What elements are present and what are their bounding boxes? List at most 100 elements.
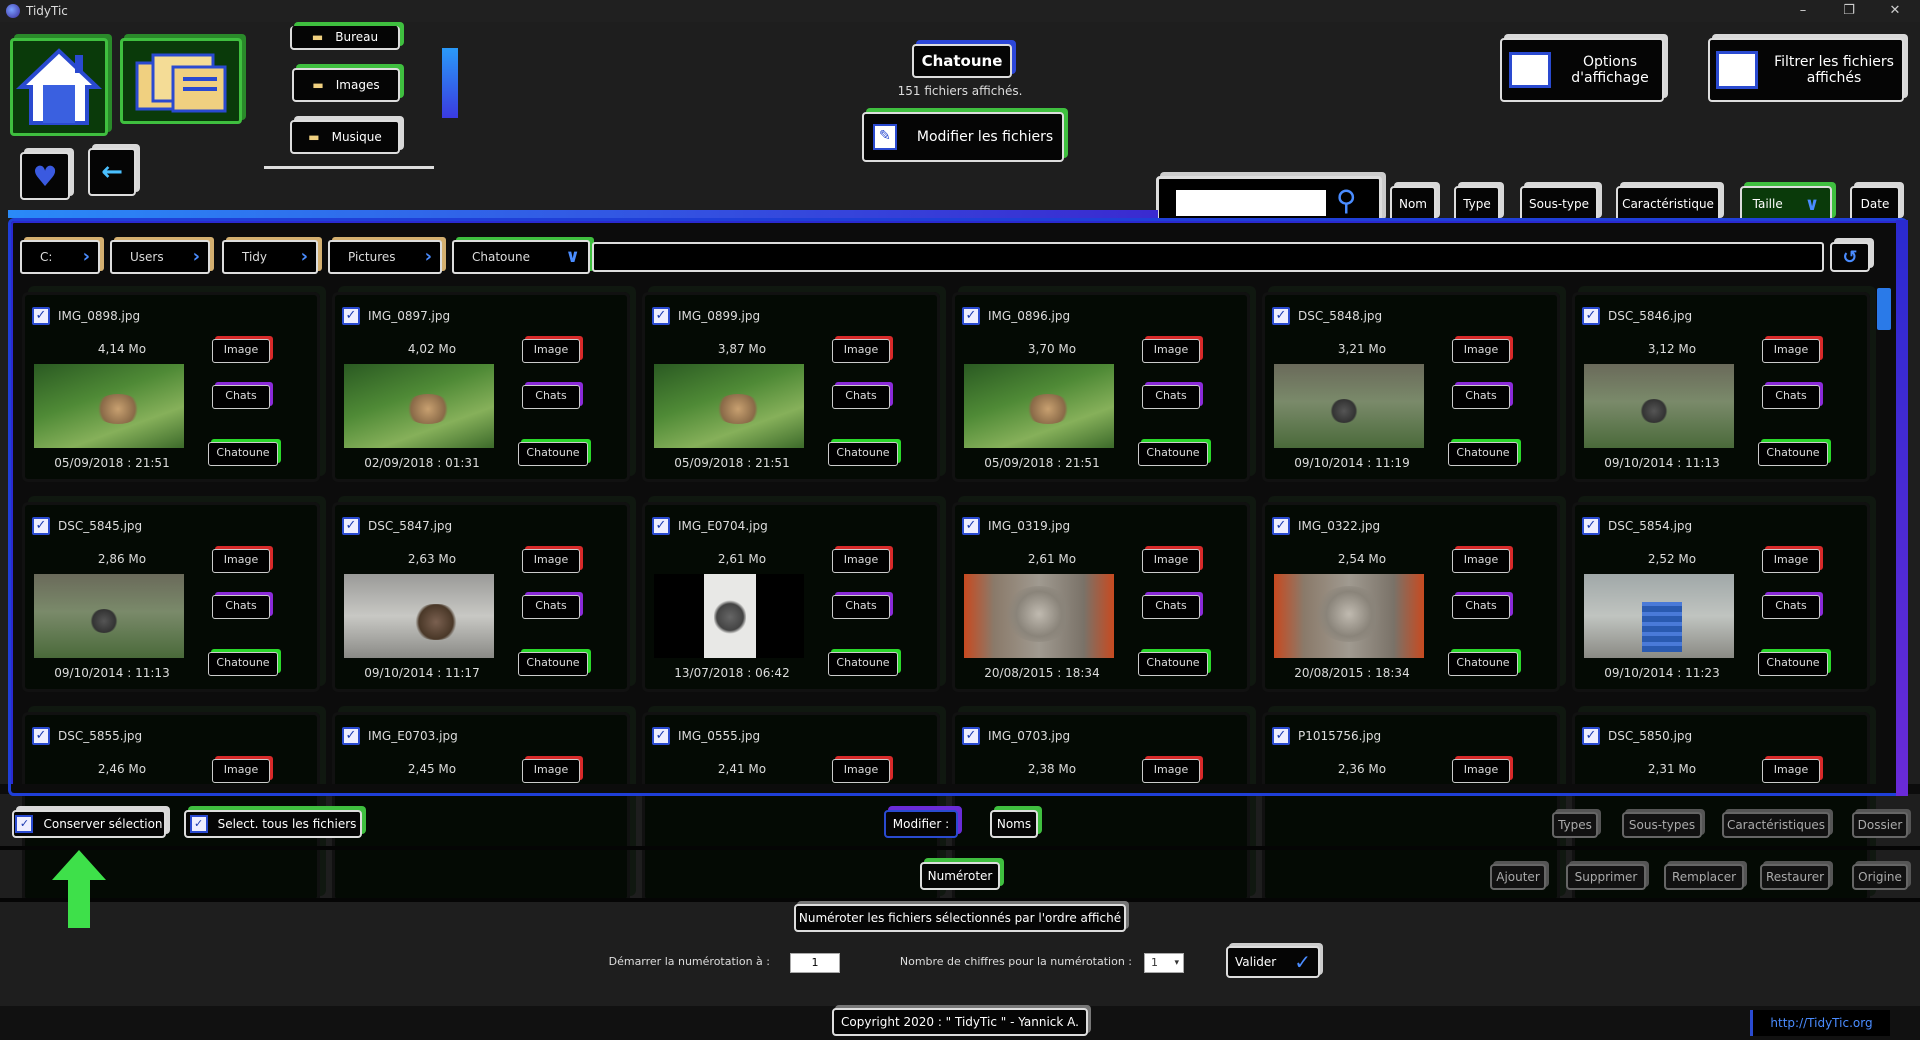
file-card[interactable]: ✓ IMG_E0703.jpg 2,45 Mo Image <box>332 712 630 902</box>
file-select-checkbox[interactable]: ✓ <box>652 517 670 535</box>
file-card[interactable]: ✓ IMG_0897.jpg 4,02 Mo Image 02/09/2018 : 01… <box>332 292 630 482</box>
file-card[interactable]: ✓ IMG_0319.jpg 2,61 Mo Image 20/08/2015 : 18… <box>952 502 1250 692</box>
file-subtype-tag[interactable]: Chats <box>212 595 270 619</box>
folder-musique-button[interactable]: ▬ Musique <box>290 120 400 154</box>
file-feature-tag[interactable]: Chatoune <box>828 652 898 676</box>
display-options-button[interactable]: Options d'affichage <box>1500 38 1664 102</box>
sort-caracteristique-button[interactable]: Caractéristique <box>1616 186 1720 222</box>
file-thumbnail[interactable] <box>344 574 494 658</box>
file-type-tag[interactable]: Image <box>1142 549 1200 573</box>
file-feature-tag[interactable]: Chatoune <box>208 442 278 466</box>
restaurer-button[interactable]: Restaurer <box>1760 864 1830 890</box>
file-card[interactable]: ✓ DSC_5854.jpg 2,52 Mo Image 09/10/2014 : 11… <box>1572 502 1870 692</box>
file-thumbnail[interactable] <box>1274 574 1424 658</box>
file-subtype-tag[interactable]: Chats <box>1452 595 1510 619</box>
file-select-checkbox[interactable]: ✓ <box>1582 727 1600 745</box>
file-card[interactable]: ✓ IMG_0899.jpg 3,87 Mo Image 05/09/2018 : 21… <box>642 292 940 482</box>
file-subtype-tag[interactable]: Chats <box>832 385 890 409</box>
file-thumbnail[interactable] <box>34 574 184 658</box>
file-card[interactable]: ✓ DSC_5846.jpg 3,12 Mo Image 09/10/2014 : 11… <box>1572 292 1870 482</box>
file-select-checkbox[interactable]: ✓ <box>1272 517 1290 535</box>
file-select-checkbox[interactable]: ✓ <box>342 517 360 535</box>
folder-list-scrollbar[interactable] <box>442 48 458 118</box>
breadcrumb-item[interactable]: Chatoune ∨ <box>452 240 590 274</box>
file-type-tag[interactable]: Image <box>1452 549 1510 573</box>
file-subtype-tag[interactable]: Chats <box>1142 385 1200 409</box>
file-subtype-tag[interactable]: Chats <box>1142 595 1200 619</box>
close-button[interactable]: ✕ <box>1872 0 1918 22</box>
file-type-tag[interactable]: Image <box>212 759 270 783</box>
file-subtype-tag[interactable]: Chats <box>1762 385 1820 409</box>
file-card[interactable]: ✓ DSC_5848.jpg 3,21 Mo Image 09/10/2014 : 11… <box>1262 292 1560 482</box>
modify-noms-button[interactable]: Noms <box>990 810 1038 838</box>
breadcrumb-item[interactable]: Tidy › <box>222 240 318 274</box>
numeroter-button[interactable]: Numéroter <box>920 862 1000 890</box>
file-type-tag[interactable]: Image <box>1452 759 1510 783</box>
validate-button[interactable]: Valider ✓ <box>1226 946 1320 978</box>
file-feature-tag[interactable]: Chatoune <box>1448 442 1518 466</box>
file-type-tag[interactable]: Image <box>522 339 580 363</box>
explorer-button[interactable] <box>120 38 242 124</box>
file-select-checkbox[interactable]: ✓ <box>32 727 50 745</box>
back-button[interactable]: ← <box>88 148 136 196</box>
supprimer-button[interactable]: Supprimer <box>1566 864 1646 890</box>
file-type-tag[interactable]: Image <box>832 759 890 783</box>
file-feature-tag[interactable]: Chatoune <box>1138 442 1208 466</box>
file-thumbnail[interactable] <box>1584 364 1734 448</box>
file-card[interactable]: ✓ IMG_0896.jpg 3,70 Mo Image 05/09/2018 : 21… <box>952 292 1250 482</box>
file-thumbnail[interactable] <box>1274 364 1424 448</box>
file-type-tag[interactable]: Image <box>1762 759 1820 783</box>
search-icon[interactable]: ⚲ <box>1336 184 1357 217</box>
file-type-tag[interactable]: Image <box>832 549 890 573</box>
file-thumbnail[interactable] <box>964 364 1114 448</box>
file-feature-tag[interactable]: Chatoune <box>208 652 278 676</box>
file-select-checkbox[interactable]: ✓ <box>652 307 670 325</box>
sort-nom-button[interactable]: Nom <box>1390 186 1436 222</box>
modify-caracteristiques-button[interactable]: Caractéristiques <box>1722 812 1830 838</box>
modify-soustypes-button[interactable]: Sous-types <box>1622 812 1702 838</box>
modify-dossier-button[interactable]: Dossier <box>1852 812 1908 838</box>
restore-button[interactable]: ❐ <box>1826 0 1872 22</box>
file-select-checkbox[interactable]: ✓ <box>1272 727 1290 745</box>
file-type-tag[interactable]: Image <box>1452 339 1510 363</box>
start-number-input[interactable]: 1 <box>790 953 840 973</box>
file-type-tag[interactable]: Image <box>832 339 890 363</box>
digits-select[interactable]: 1 ▾ <box>1144 953 1184 973</box>
filter-files-button[interactable]: Filtrer les fichiers affichés <box>1708 38 1904 102</box>
file-feature-tag[interactable]: Chatoune <box>1138 652 1208 676</box>
file-card[interactable]: ✓ IMG_0555.jpg 2,41 Mo Image <box>642 712 940 902</box>
file-card[interactable]: ✓ DSC_5845.jpg 2,86 Mo Image 09/10/2014 : 11… <box>22 502 320 692</box>
file-select-checkbox[interactable]: ✓ <box>1272 307 1290 325</box>
file-type-tag[interactable]: Image <box>1142 339 1200 363</box>
file-thumbnail[interactable] <box>654 364 804 448</box>
file-type-tag[interactable]: Image <box>212 339 270 363</box>
file-thumbnail[interactable] <box>964 574 1114 658</box>
file-subtype-tag[interactable]: Chats <box>1452 385 1510 409</box>
breadcrumb-item[interactable]: Users › <box>110 240 210 274</box>
ajouter-button[interactable]: Ajouter <box>1490 864 1546 890</box>
file-feature-tag[interactable]: Chatoune <box>518 442 588 466</box>
origine-button[interactable]: Origine <box>1852 864 1908 890</box>
file-select-checkbox[interactable]: ✓ <box>342 307 360 325</box>
file-thumbnail[interactable] <box>34 364 184 448</box>
file-subtype-tag[interactable]: Chats <box>522 385 580 409</box>
file-type-tag[interactable]: Image <box>522 549 580 573</box>
file-type-tag[interactable]: Image <box>212 549 270 573</box>
folder-images-button[interactable]: ▬ Images <box>292 68 400 102</box>
file-card[interactable]: ✓ DSC_5847.jpg 2,63 Mo Image 09/10/2014 : 11… <box>332 502 630 692</box>
website-link[interactable]: http://TidyTic.org <box>1750 1010 1890 1036</box>
file-type-tag[interactable]: Image <box>1762 339 1820 363</box>
file-subtype-tag[interactable]: Chats <box>1762 595 1820 619</box>
file-feature-tag[interactable]: Chatoune <box>1758 442 1828 466</box>
file-card[interactable]: ✓ IMG_E0704.jpg 2,61 Mo Image 13/07/2018 : 0… <box>642 502 940 692</box>
sort-type-button[interactable]: Type <box>1454 186 1500 222</box>
file-select-checkbox[interactable]: ✓ <box>962 517 980 535</box>
file-select-checkbox[interactable]: ✓ <box>32 307 50 325</box>
file-thumbnail[interactable] <box>1584 574 1734 658</box>
file-select-checkbox[interactable]: ✓ <box>962 727 980 745</box>
file-type-tag[interactable]: Image <box>1142 759 1200 783</box>
file-feature-tag[interactable]: Chatoune <box>518 652 588 676</box>
file-subtype-tag[interactable]: Chats <box>212 385 270 409</box>
search-input[interactable] <box>1176 190 1326 216</box>
file-select-checkbox[interactable]: ✓ <box>342 727 360 745</box>
